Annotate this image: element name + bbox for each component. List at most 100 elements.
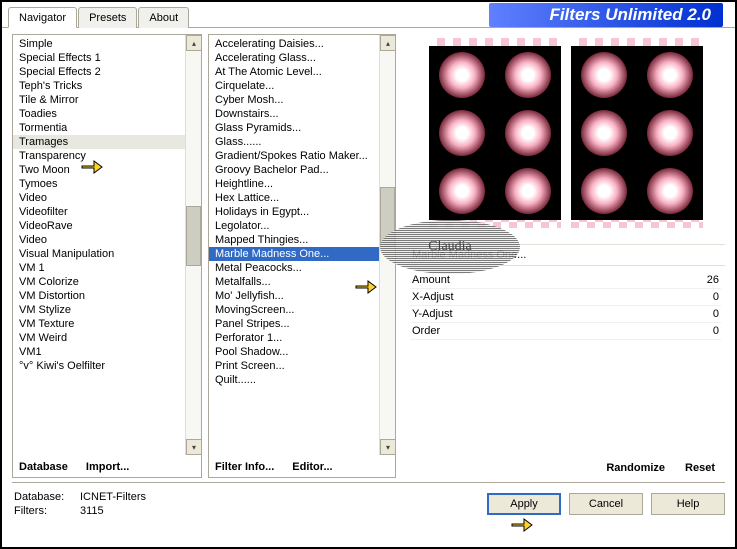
button-label: Apply <box>510 498 538 510</box>
status-block: Database:ICNET-Filters Filters:3115 <box>14 491 146 517</box>
dialog-buttons: Apply Cancel Help <box>487 493 725 515</box>
param-name: Amount <box>412 274 450 286</box>
filter-list[interactable]: Accelerating Daisies...Accelerating Glas… <box>209 35 395 455</box>
param-name: Y-Adjust <box>412 308 453 320</box>
list-item[interactable]: Videofilter <box>13 205 201 219</box>
list-item[interactable]: VM 1 <box>13 261 201 275</box>
list-item[interactable]: Tile & Mirror <box>13 93 201 107</box>
list-item[interactable]: Mo' Jellyfish... <box>209 289 395 303</box>
database-button[interactable]: Database <box>19 461 68 473</box>
editor-button[interactable]: Editor... <box>292 461 332 473</box>
list-item[interactable]: Glass Pyramids... <box>209 121 395 135</box>
list-item[interactable]: Visual Manipulation <box>13 247 201 261</box>
list-item[interactable]: Print Screen... <box>209 359 395 373</box>
list-item[interactable]: Pool Shadow... <box>209 345 395 359</box>
reset-button[interactable]: Reset <box>685 462 715 474</box>
list-item[interactable]: VideoRave <box>13 219 201 233</box>
list-item[interactable]: Quilt...... <box>209 373 395 387</box>
tab-about[interactable]: About <box>138 7 189 28</box>
list-item[interactable]: Two Moon <box>13 163 201 177</box>
list-item[interactable]: Panel Stripes... <box>209 317 395 331</box>
list-item[interactable]: VM1 <box>13 345 201 359</box>
list-item[interactable]: Cyber Mosh... <box>209 93 395 107</box>
param-name: Order <box>412 325 440 337</box>
list-item[interactable]: Tramages <box>13 135 201 149</box>
category-list[interactable]: SimpleSpecial Effects 1Special Effects 2… <box>13 35 201 455</box>
cancel-button[interactable]: Cancel <box>569 493 643 515</box>
status-db-value: ICNET-Filters <box>80 491 146 503</box>
param-value: 0 <box>713 291 719 303</box>
list-item[interactable]: Cirquelate... <box>209 79 395 93</box>
param-row[interactable]: Amount 26 <box>410 272 721 289</box>
list-item[interactable]: Accelerating Daisies... <box>209 37 395 51</box>
tab-label: Presets <box>89 12 126 24</box>
list-item[interactable]: Heightline... <box>209 177 395 191</box>
app-title: Filters Unlimited 2.0 <box>489 3 723 27</box>
list-item[interactable]: Metal Peacocks... <box>209 261 395 275</box>
filter-buttons: Filter Info... Editor... <box>209 455 395 477</box>
list-item[interactable]: VM Weird <box>13 331 201 345</box>
tab-navigator[interactable]: Navigator <box>8 7 77 28</box>
list-item[interactable]: VM Colorize <box>13 275 201 289</box>
list-item[interactable]: Holidays in Egypt... <box>209 205 395 219</box>
list-item[interactable]: MovingScreen... <box>209 303 395 317</box>
help-button[interactable]: Help <box>651 493 725 515</box>
list-item[interactable]: Video <box>13 191 201 205</box>
tabs: Navigator Presets About <box>8 6 190 27</box>
list-item[interactable]: VM Stylize <box>13 303 201 317</box>
randomize-button[interactable]: Randomize <box>606 462 665 474</box>
param-row[interactable]: Y-Adjust 0 <box>410 306 721 323</box>
list-item[interactable]: Groovy Bachelor Pad... <box>209 163 395 177</box>
list-item[interactable]: VM Distortion <box>13 289 201 303</box>
list-item[interactable]: Mapped Thingies... <box>209 233 395 247</box>
list-item[interactable]: Hex Lattice... <box>209 191 395 205</box>
list-item[interactable]: Simple <box>13 37 201 51</box>
param-value: 0 <box>713 325 719 337</box>
scroll-up-icon[interactable]: ▴ <box>186 35 201 51</box>
list-item[interactable]: Metalfalls... <box>209 275 395 289</box>
filter-column: Accelerating Daisies...Accelerating Glas… <box>208 34 396 478</box>
preview-area <box>406 34 725 244</box>
list-item[interactable]: VM Texture <box>13 317 201 331</box>
scroll-up-icon[interactable]: ▴ <box>380 35 395 51</box>
list-item[interactable]: Glass...... <box>209 135 395 149</box>
button-label: Cancel <box>589 498 623 510</box>
tab-label: Navigator <box>19 12 66 24</box>
scrollbar[interactable]: ▴ ▾ <box>185 35 201 455</box>
list-item[interactable]: °v° Kiwi's Oelfilter <box>13 359 201 373</box>
param-row[interactable]: X-Adjust0 <box>410 289 721 306</box>
list-item[interactable]: Accelerating Glass... <box>209 51 395 65</box>
filter-info-button[interactable]: Filter Info... <box>215 461 274 473</box>
list-item[interactable]: Marble Madness One... <box>209 247 395 261</box>
main-area: SimpleSpecial Effects 1Special Effects 2… <box>2 28 735 478</box>
list-item[interactable]: Tormentia <box>13 121 201 135</box>
list-item[interactable]: Toadies <box>13 107 201 121</box>
list-item[interactable]: Downstairs... <box>209 107 395 121</box>
scroll-down-icon[interactable]: ▾ <box>186 439 201 455</box>
list-item[interactable]: Legolator... <box>209 219 395 233</box>
param-row[interactable]: Order 0 <box>410 323 721 340</box>
list-item[interactable]: Tymoes <box>13 177 201 191</box>
list-item[interactable]: Video <box>13 233 201 247</box>
list-item[interactable]: Teph's Tricks <box>13 79 201 93</box>
list-item[interactable]: Special Effects 2 <box>13 65 201 79</box>
list-item[interactable]: Gradient/Spokes Ratio Maker... <box>209 149 395 163</box>
list-item[interactable]: Perforator 1... <box>209 331 395 345</box>
list-item[interactable]: Special Effects 1 <box>13 51 201 65</box>
button-label: Help <box>677 498 700 510</box>
import-button[interactable]: Import... <box>86 461 129 473</box>
list-item[interactable]: Transparency <box>13 149 201 163</box>
param-value: 0 <box>713 308 719 320</box>
title-bar: Navigator Presets About Filters Unlimite… <box>2 2 735 28</box>
scroll-thumb[interactable] <box>186 206 201 266</box>
apply-button[interactable]: Apply <box>487 493 561 515</box>
status-filters-value: 3115 <box>80 505 104 517</box>
list-item[interactable]: At The Atomic Level... <box>209 65 395 79</box>
preview-buttons: Randomize Reset <box>406 456 725 478</box>
status-filters-label: Filters: <box>14 505 74 517</box>
preview-before <box>429 38 561 228</box>
param-value: 26 <box>707 274 719 286</box>
tab-presets[interactable]: Presets <box>78 7 137 28</box>
tab-label: About <box>149 12 178 24</box>
scroll-down-icon[interactable]: ▾ <box>380 439 395 455</box>
